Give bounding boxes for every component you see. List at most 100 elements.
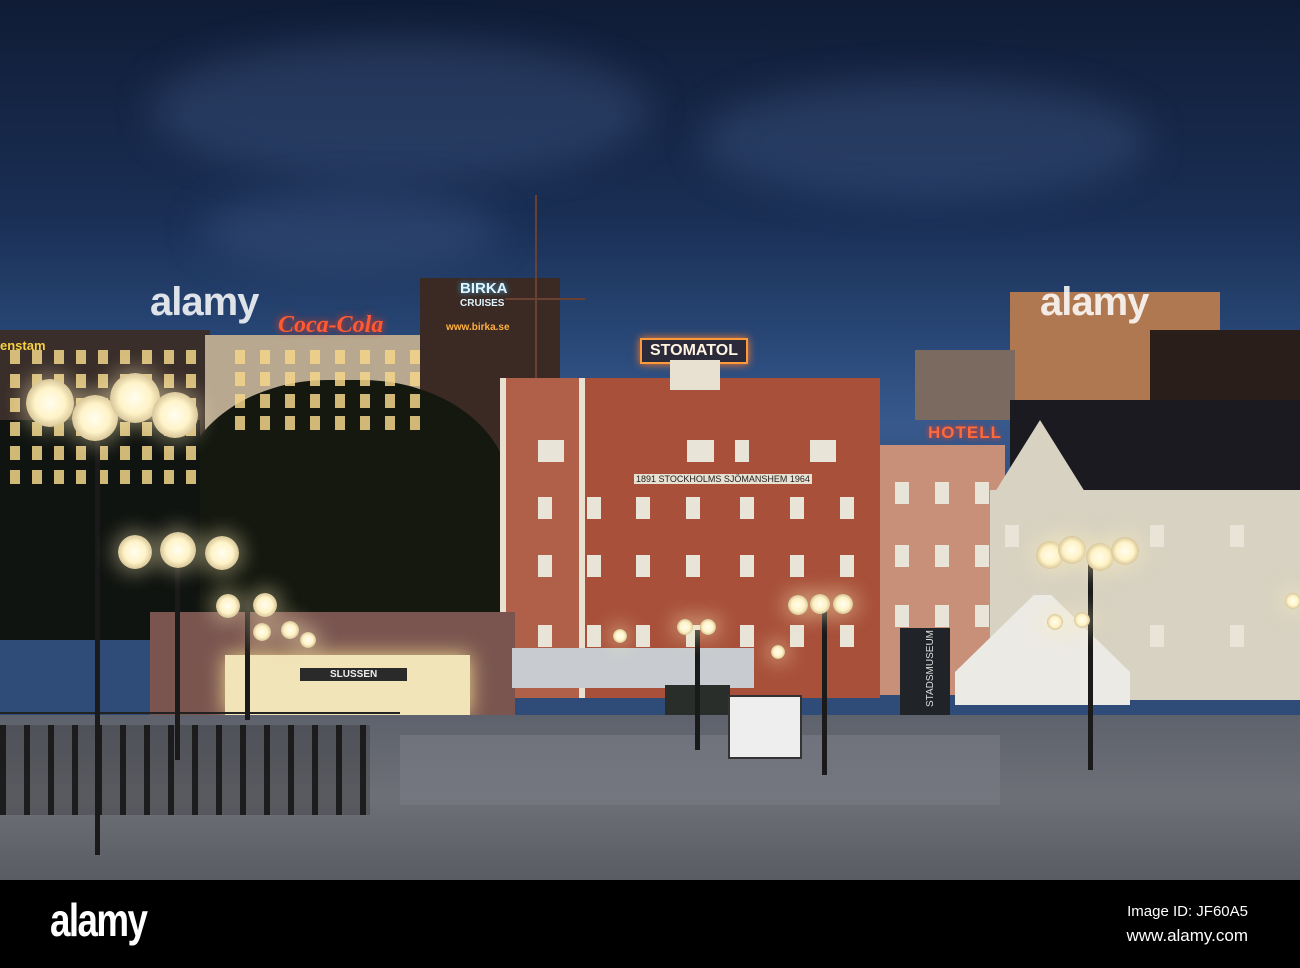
window xyxy=(822,440,836,462)
window xyxy=(975,605,989,627)
window xyxy=(120,422,130,436)
street-lamp-globe xyxy=(160,532,196,568)
street-lamp-globe xyxy=(152,392,198,438)
street-lamp-globe xyxy=(810,594,830,614)
window xyxy=(285,394,295,408)
window xyxy=(260,416,270,430)
lamp-pole xyxy=(1088,560,1093,770)
window xyxy=(32,470,42,484)
window xyxy=(935,605,949,627)
window xyxy=(76,446,86,460)
window xyxy=(285,372,295,386)
window xyxy=(285,350,295,364)
image-id: Image ID: JF60A5 xyxy=(1127,903,1248,920)
window xyxy=(740,555,754,577)
window xyxy=(1150,525,1164,547)
window xyxy=(10,398,20,412)
window xyxy=(935,545,949,567)
window xyxy=(186,470,196,484)
window xyxy=(740,625,754,647)
window xyxy=(260,350,270,364)
street-lamp-globe xyxy=(281,621,299,639)
street-lamp-globe xyxy=(216,594,240,618)
window xyxy=(538,555,552,577)
window xyxy=(10,446,20,460)
window xyxy=(120,446,130,460)
window xyxy=(54,446,64,460)
window xyxy=(235,372,245,386)
window xyxy=(98,350,108,364)
window xyxy=(587,555,601,577)
window xyxy=(840,625,854,647)
window xyxy=(735,440,749,462)
sign-coca-cola: Coca-Cola xyxy=(278,312,384,338)
window xyxy=(360,394,370,408)
window xyxy=(975,545,989,567)
lamp-pole xyxy=(95,420,100,855)
window xyxy=(410,350,420,364)
window xyxy=(10,374,20,388)
window xyxy=(840,497,854,519)
window xyxy=(385,394,395,408)
window xyxy=(164,350,174,364)
window xyxy=(840,555,854,577)
window xyxy=(687,440,701,462)
window xyxy=(790,555,804,577)
street-lamp-globe xyxy=(788,595,808,615)
sjomanshem-inscription: 1891 STOCKHOLMS SJÖMANSHEM 1964 xyxy=(634,474,812,484)
window xyxy=(975,482,989,504)
window xyxy=(142,470,152,484)
lamp-pole xyxy=(695,630,700,750)
window xyxy=(310,394,320,408)
railings xyxy=(0,712,400,714)
window xyxy=(260,372,270,386)
trees xyxy=(180,380,510,630)
window xyxy=(895,482,909,504)
window xyxy=(636,555,650,577)
window xyxy=(76,374,86,388)
street-lamp-globe xyxy=(1074,612,1090,628)
window xyxy=(1005,525,1019,547)
window xyxy=(76,470,86,484)
sign-hotell: HOTELL xyxy=(928,423,1002,442)
info-board xyxy=(728,695,802,759)
window xyxy=(410,394,420,408)
window xyxy=(285,416,295,430)
alamy-logo: alamy xyxy=(50,894,148,946)
street-lamp-globe xyxy=(1047,614,1063,630)
watermark-right: alamy xyxy=(1040,280,1149,324)
sign-stadsmuseum: STADSMUSEUM xyxy=(925,630,936,708)
window xyxy=(54,350,64,364)
sign-birka-url: www.birka.se xyxy=(446,322,510,333)
street-lamp-globe xyxy=(833,594,853,614)
window xyxy=(310,350,320,364)
window xyxy=(1230,625,1244,647)
window xyxy=(120,470,130,484)
street-lamp-globe xyxy=(677,619,693,635)
window xyxy=(98,374,108,388)
window xyxy=(186,350,196,364)
tent xyxy=(512,648,754,688)
sign-cruises: CRUISES xyxy=(460,298,505,309)
window xyxy=(385,416,395,430)
window xyxy=(790,625,804,647)
window xyxy=(935,482,949,504)
window xyxy=(385,372,395,386)
window xyxy=(235,416,245,430)
window xyxy=(636,625,650,647)
window xyxy=(335,394,345,408)
alamy-url: www.alamy.com xyxy=(1126,926,1248,945)
street-lamp-globe xyxy=(613,629,627,643)
street-lamp-globe xyxy=(118,535,152,569)
street-lamp-globe xyxy=(253,593,277,617)
window xyxy=(164,374,174,388)
lamp-pole xyxy=(822,610,827,775)
window xyxy=(686,555,700,577)
window xyxy=(550,440,564,462)
street-lamp-globe xyxy=(1285,593,1300,609)
window xyxy=(587,625,601,647)
window xyxy=(538,625,552,647)
street-lamp-globe xyxy=(1058,536,1086,564)
sign-slussen: SLUSSEN xyxy=(300,668,408,681)
street-lamp-globe xyxy=(700,619,716,635)
